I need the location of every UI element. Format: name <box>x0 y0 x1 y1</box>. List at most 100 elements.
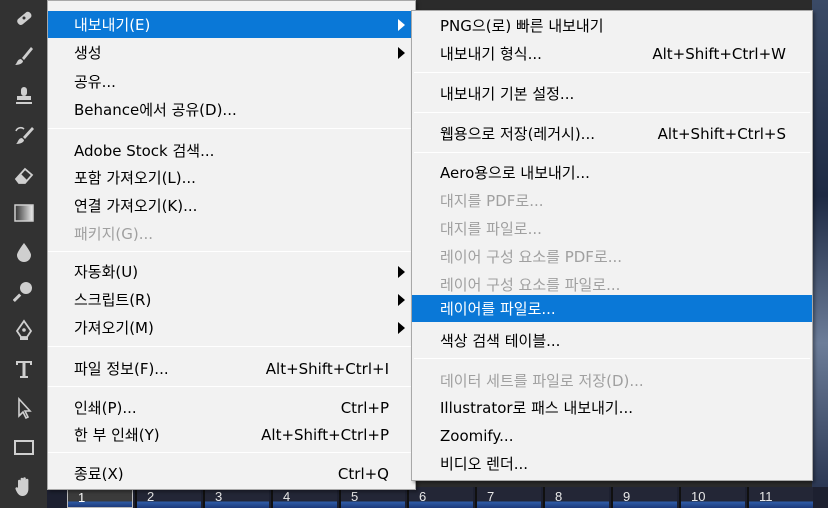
brush-icon[interactable] <box>12 44 36 68</box>
menu-item-shortcut: Ctrl+P <box>340 398 389 417</box>
menu-item-label: 패키지(G)... <box>74 225 154 243</box>
submenu-arrow-icon <box>398 19 405 31</box>
menu-item-label: 자동화(U) <box>74 263 139 281</box>
submenu-item-artboards-to-pdf: 대지를 PDF로... <box>412 187 812 214</box>
timeline-frame[interactable]: 6 <box>407 487 473 508</box>
menu-item-place-linked[interactable]: 연결 가져오기(K)... <box>48 192 415 219</box>
menu-item-label: 색상 검색 테이블... <box>440 332 561 350</box>
frame-number: 3 <box>215 489 223 504</box>
timeline-frame[interactable]: 4 <box>271 487 337 508</box>
menu-item-place-embedded[interactable]: 포함 가져오기(L)... <box>48 164 415 191</box>
tools-panel <box>0 0 47 508</box>
submenu-item-layer-comps-to-pdf: 레이어 구성 요소를 PDF로... <box>412 243 812 270</box>
menu-item-package: 패키지(G)... <box>48 220 415 247</box>
menu-item-label: 스크립트(R) <box>74 291 152 309</box>
menu-item-share-behance[interactable]: Behance에서 공유(D)... <box>48 96 415 123</box>
menu-item-label: PNG으(로) 빠른 내보내기 <box>440 17 604 35</box>
menu-item-label: 가져오기(M) <box>74 319 154 337</box>
menu-item-file-info[interactable]: 파일 정보(F)... Alt+Shift+Ctrl+I <box>48 355 415 382</box>
menu-item-adobe-stock[interactable]: Adobe Stock 검색... <box>48 137 415 164</box>
menu-item-shortcut: Ctrl+Q <box>337 464 389 483</box>
history-brush-icon[interactable] <box>12 124 36 148</box>
submenu-arrow-icon <box>398 47 405 59</box>
type-icon[interactable] <box>12 357 36 381</box>
clone-stamp-icon[interactable] <box>12 84 36 108</box>
menu-item-label: 포함 가져오기(L)... <box>74 169 196 187</box>
submenu-item-quick-export-png[interactable]: PNG으(로) 빠른 내보내기 <box>412 12 812 39</box>
submenu-item-export-preferences[interactable]: 내보내기 기본 설정... <box>412 80 812 107</box>
menu-item-generate[interactable]: 생성 <box>48 39 415 66</box>
timeline-frame[interactable]: 9 <box>611 487 677 508</box>
timeline-frame[interactable]: 11 <box>747 487 813 508</box>
timeline-frame[interactable]: 2 <box>135 487 201 508</box>
menu-separator <box>48 452 415 453</box>
menu-item-label: 파일 정보(F)... <box>74 360 169 378</box>
menu-separator <box>414 358 810 359</box>
menu-separator <box>48 386 415 387</box>
dodge-icon[interactable] <box>12 279 36 303</box>
submenu-arrow-icon <box>398 322 405 334</box>
menu-separator <box>414 72 810 73</box>
path-selection-icon[interactable] <box>12 396 36 420</box>
menu-item-label: Adobe Stock 검색... <box>74 142 215 160</box>
frame-number: 10 <box>691 489 706 504</box>
export-submenu: PNG으(로) 빠른 내보내기 내보내기 형식... Alt+Shift+Ctr… <box>411 10 813 481</box>
submenu-item-render-video[interactable]: 비디오 렌더... <box>412 450 812 477</box>
menu-separator <box>48 346 415 347</box>
submenu-item-color-lookup-tables[interactable]: 색상 검색 테이블... <box>412 327 812 354</box>
submenu-item-export-as[interactable]: 내보내기 형식... Alt+Shift+Ctrl+W <box>412 40 812 67</box>
frame-number: 7 <box>487 489 495 504</box>
menu-item-label: 한 부 인쇄(Y) <box>74 426 160 444</box>
hand-icon[interactable] <box>12 474 36 498</box>
menu-item-share[interactable]: 공유... <box>48 68 415 95</box>
rectangle-icon[interactable] <box>12 435 36 459</box>
pen-icon[interactable] <box>12 318 36 342</box>
menu-item-shortcut: Alt+Shift+Ctrl+P <box>261 425 389 444</box>
menu-item-label: 레이어를 파일로... <box>440 300 556 318</box>
menu-item-label: 대지를 파일로... <box>440 220 542 238</box>
frame-number: 2 <box>147 489 155 504</box>
timeline-frame[interactable]: 3 <box>203 487 269 508</box>
frame-number: 11 <box>759 489 773 504</box>
timeline-frame[interactable]: 7 <box>475 487 541 508</box>
healing-brush-icon[interactable] <box>12 6 36 30</box>
submenu-item-artboards-to-files: 대지를 파일로... <box>412 215 812 242</box>
menu-item-exit[interactable]: 종료(X) Ctrl+Q <box>48 460 415 487</box>
frame-number: 5 <box>351 489 359 504</box>
menu-item-label: 생성 <box>74 44 102 62</box>
menu-item-label: Aero용으로 내보내기... <box>440 164 590 182</box>
menu-item-label: 레이어 구성 요소를 PDF로... <box>440 248 623 266</box>
frame-number: 9 <box>623 489 631 504</box>
menu-item-label: 내보내기(E) <box>74 16 151 34</box>
menu-item-label: 데이터 세트를 파일로 저장(D)... <box>440 372 644 390</box>
menu-item-print[interactable]: 인쇄(P)... Ctrl+P <box>48 394 415 421</box>
menu-item-label: 내보내기 기본 설정... <box>440 85 575 103</box>
submenu-item-export-aero[interactable]: Aero용으로 내보내기... <box>412 159 812 186</box>
eraser-icon[interactable] <box>12 163 36 187</box>
timeline-frame[interactable]: 8 <box>543 487 609 508</box>
menu-item-shortcut: Alt+Shift+Ctrl+S <box>657 124 786 143</box>
timeline-frame[interactable]: 10 <box>679 487 745 508</box>
frame-number: 6 <box>419 489 427 504</box>
canvas-image <box>812 0 828 490</box>
menu-item-import[interactable]: 가져오기(M) <box>48 314 415 341</box>
menu-item-print-one-copy[interactable]: 한 부 인쇄(Y) Alt+Shift+Ctrl+P <box>48 421 415 448</box>
submenu-item-save-for-web[interactable]: 웹용으로 저장(레거시)... Alt+Shift+Ctrl+S <box>412 120 812 147</box>
menu-separator <box>48 251 415 252</box>
timeline-frame[interactable]: 1 <box>67 487 133 508</box>
menu-item-automate[interactable]: 자동화(U) <box>48 258 415 285</box>
menu-item-export[interactable]: 내보내기(E) <box>48 11 415 38</box>
timeline-frame[interactable]: 5 <box>339 487 405 508</box>
frame-number: 1 <box>78 490 86 505</box>
menu-item-scripts[interactable]: 스크립트(R) <box>48 286 415 313</box>
submenu-item-layer-comps-to-files: 레이어 구성 요소를 파일로... <box>412 271 812 298</box>
file-menu: 내보내기(E) 생성 공유... Behance에서 공유(D)... Adob… <box>47 0 416 490</box>
gradient-icon[interactable] <box>12 201 36 225</box>
blur-icon[interactable] <box>12 240 36 264</box>
menu-item-label: Behance에서 공유(D)... <box>74 101 237 119</box>
submenu-item-zoomify[interactable]: Zoomify... <box>412 422 812 449</box>
timeline-frames: 1 2 3 4 5 6 7 8 9 10 11 <box>47 487 828 508</box>
submenu-item-layers-to-files[interactable]: 레이어를 파일로... <box>412 295 812 322</box>
submenu-item-paths-to-illustrator[interactable]: Illustrator로 패스 내보내기... <box>412 394 812 421</box>
menu-separator <box>414 152 810 153</box>
